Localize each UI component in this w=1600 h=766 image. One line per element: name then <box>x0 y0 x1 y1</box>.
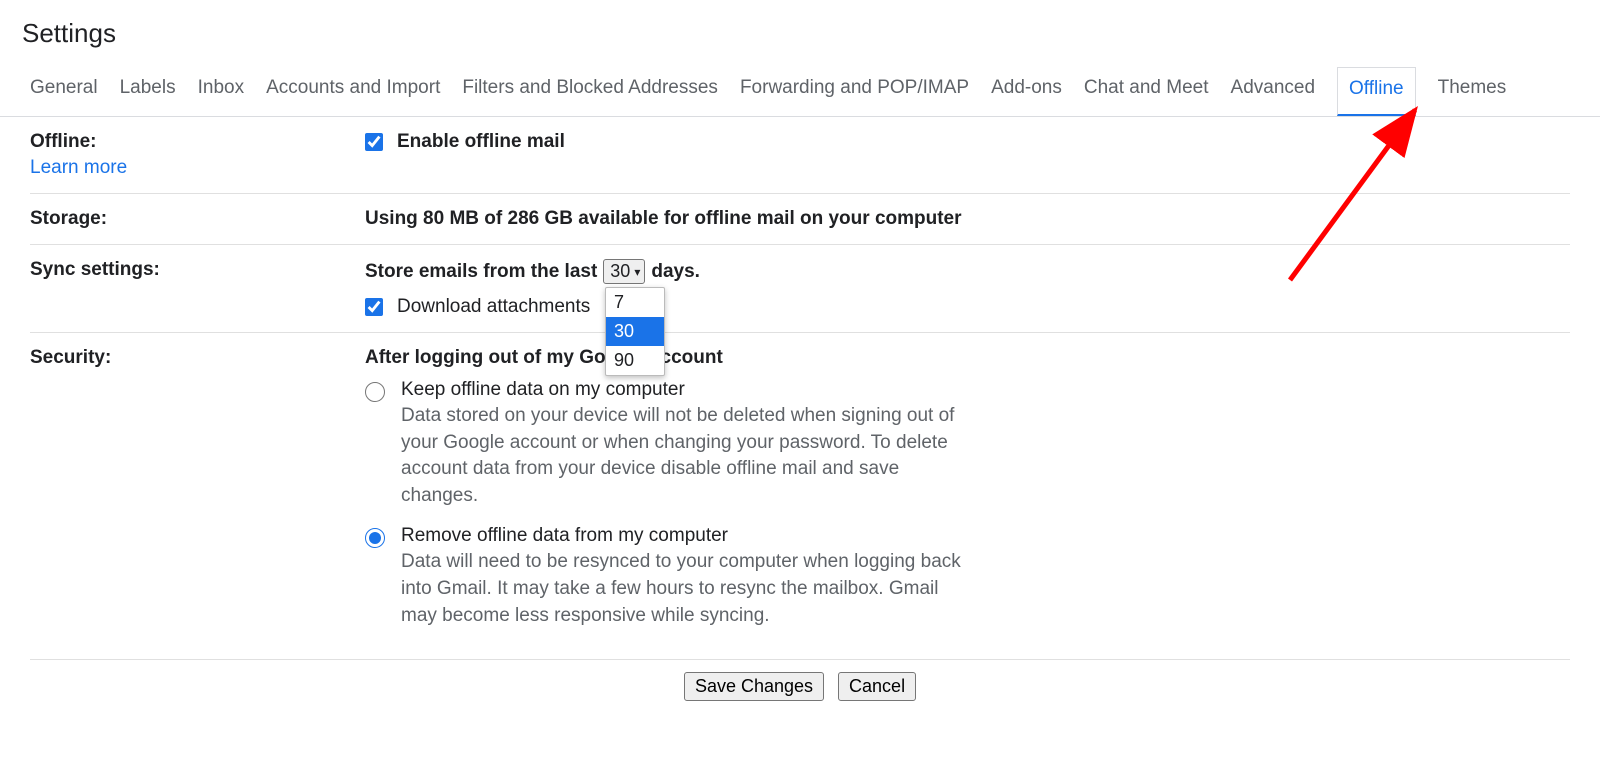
security-heading-pre: After logging out of my Go <box>365 347 606 368</box>
security-option-0: Keep offline data on my computerData sto… <box>365 379 1570 509</box>
offline-label-text: Offline: <box>30 131 97 152</box>
tab-inbox[interactable]: Inbox <box>198 67 244 116</box>
tab-filters-and-blocked-addresses[interactable]: Filters and Blocked Addresses <box>462 67 718 116</box>
storage-text: Using 80 MB of 286 GB available for offl… <box>365 208 962 229</box>
learn-more-link[interactable]: Learn more <box>30 157 365 179</box>
chevron-down-icon: ▾ <box>634 265 640 279</box>
tab-labels[interactable]: Labels <box>120 67 176 116</box>
button-row: Save Changes Cancel <box>30 659 1570 721</box>
security-option-desc-1: Data will need to be resynced to your co… <box>401 549 961 629</box>
days-option-7[interactable]: 7 <box>606 288 664 317</box>
tab-forwarding-and-pop-imap[interactable]: Forwarding and POP/IMAP <box>740 67 969 116</box>
cancel-button[interactable]: Cancel <box>838 672 916 701</box>
section-label-sync: Sync settings: <box>30 259 365 318</box>
settings-tabs: General Labels Inbox Accounts and Import Fil… <box>0 67 1600 117</box>
download-attachments-label: Download attachments <box>397 296 590 318</box>
days-option-30[interactable]: 30 <box>606 317 664 346</box>
tab-themes[interactable]: Themes <box>1438 67 1507 116</box>
tab-chat-and-meet[interactable]: Chat and Meet <box>1084 67 1209 116</box>
security-option-text-1: Remove offline data from my computerData… <box>401 525 961 629</box>
tab-accounts-and-import[interactable]: Accounts and Import <box>266 67 440 116</box>
days-select-value: 30 <box>610 261 630 282</box>
days-select[interactable]: 30 ▾ <box>603 259 645 284</box>
tab-general[interactable]: General <box>30 67 98 116</box>
tab-add-ons[interactable]: Add-ons <box>991 67 1062 116</box>
security-heading-post: ccount <box>661 347 723 368</box>
security-radio-group: Keep offline data on my computerData sto… <box>365 379 1570 629</box>
save-changes-button[interactable]: Save Changes <box>684 672 824 701</box>
section-storage: Storage: Using 80 MB of 286 GB available… <box>30 194 1570 245</box>
section-label-storage: Storage: <box>30 208 365 230</box>
security-radio-0[interactable] <box>365 382 385 402</box>
section-offline: Offline: Learn more Enable offline mail <box>30 117 1570 194</box>
store-suffix: days. <box>651 261 700 283</box>
enable-offline-label: Enable offline mail <box>397 131 565 153</box>
security-heading: After logging out of my Google account <box>365 347 1570 369</box>
days-dropdown: 73090 <box>605 287 665 376</box>
section-sync: Sync settings: Store emails from the las… <box>30 245 1570 333</box>
security-option-desc-0: Data stored on your device will not be d… <box>401 403 961 509</box>
enable-offline-checkbox[interactable] <box>365 133 383 151</box>
store-prefix: Store emails from the last <box>365 261 597 283</box>
download-attachments-checkbox[interactable] <box>365 298 383 316</box>
section-label-security: Security: <box>30 347 365 645</box>
security-option-text-0: Keep offline data on my computerData sto… <box>401 379 961 509</box>
days-option-90[interactable]: 90 <box>606 346 664 375</box>
section-security: Security: After logging out of my Google… <box>30 333 1570 659</box>
page-title: Settings <box>0 0 1600 67</box>
security-option-label-1: Remove offline data from my computer <box>401 525 961 547</box>
tab-advanced[interactable]: Advanced <box>1231 67 1316 116</box>
security-radio-1[interactable] <box>365 528 385 548</box>
section-label-offline: Offline: Learn more <box>30 131 365 179</box>
security-option-label-0: Keep offline data on my computer <box>401 379 961 401</box>
security-option-1: Remove offline data from my computerData… <box>365 525 1570 629</box>
tab-offline[interactable]: Offline <box>1337 67 1416 116</box>
